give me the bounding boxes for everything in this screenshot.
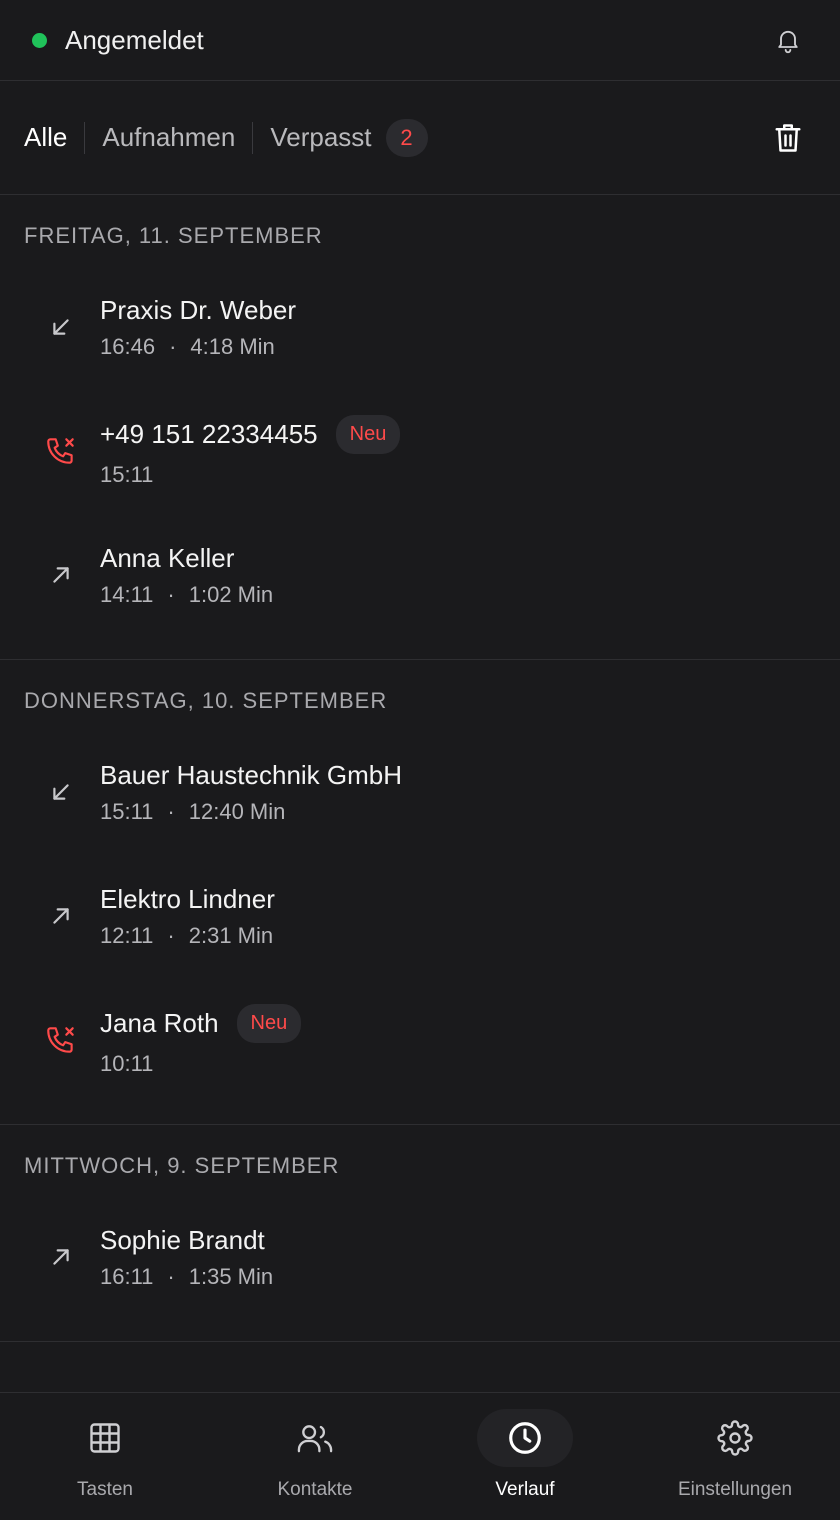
missed-call-icon (44, 434, 78, 468)
app-root: Angemeldet Alle Aufnahmen Verpasst 2 FRE… (0, 0, 840, 1520)
meta-separator: · (167, 922, 175, 948)
day-section: MITTWOCH, 9. SEPTEMBER Sophie Brandt 16:… (0, 1125, 840, 1342)
call-name-row: Elektro Lindner (100, 884, 275, 915)
call-meta: 12:11 · 2:31 Min (100, 923, 275, 949)
registration-status: Angemeldet (32, 25, 204, 56)
call-duration: 1:02 Min (188, 581, 274, 607)
keypad-icon (57, 1409, 153, 1467)
call-meta: 10:11 (100, 1051, 301, 1077)
new-badge: Neu (236, 1003, 302, 1043)
call-details: Praxis Dr. Weber 16:46 · 4:18 Min (100, 295, 296, 360)
status-label: Angemeldet (65, 24, 204, 55)
nav-label: Einstellungen (677, 1479, 793, 1500)
call-entry[interactable]: Bauer Haustechnik GmbH 15:11 · 12:40 Min (0, 730, 840, 854)
nav-keypad[interactable]: Tasten (0, 1393, 210, 1520)
call-meta: 16:11 · 1:35 Min (100, 1264, 273, 1290)
call-time: 15:11 (100, 461, 154, 487)
tab-missed[interactable]: Verpasst (270, 122, 371, 153)
call-entry[interactable]: Anna Keller 14:11 · 1:02 Min (0, 513, 840, 637)
call-details: Bauer Haustechnik GmbH 15:11 · 12:40 Min (100, 760, 402, 825)
call-entry[interactable]: Praxis Dr. Weber 16:46 · 4:18 Min (0, 265, 840, 389)
call-details: Anna Keller 14:11 · 1:02 Min (100, 543, 273, 608)
tab-group: Alle Aufnahmen Verpasst 2 (24, 118, 428, 157)
call-duration: 12:40 Min (188, 798, 286, 824)
caller-name: Praxis Dr. Weber (100, 294, 297, 325)
caller-name: Anna Keller (100, 542, 235, 573)
call-time: 14:11 (100, 581, 154, 607)
meta-separator: · (169, 333, 177, 359)
meta-separator: · (167, 1263, 175, 1289)
meta-separator: · (167, 581, 175, 607)
bottom-navigation: Tasten Kontakte Verlauf Einstellungen (0, 1392, 840, 1520)
call-time: 10:11 (100, 1050, 154, 1076)
nav-label: Kontakte (277, 1479, 353, 1500)
nav-contacts[interactable]: Kontakte (210, 1393, 420, 1520)
day-section: DONNERSTAG, 10. SEPTEMBER Bauer Haustech… (0, 660, 840, 1125)
call-time: 16:11 (100, 1263, 154, 1289)
incoming-call-icon (44, 775, 78, 809)
call-name-row: Anna Keller (100, 543, 273, 574)
call-details: Sophie Brandt 16:11 · 1:35 Min (100, 1225, 273, 1290)
call-details: Jana Roth Neu 10:11 (100, 1003, 302, 1077)
section-date-title: FREITAG, 11. SEPTEMBER (24, 223, 323, 248)
call-time: 12:11 (100, 922, 154, 948)
nav-history[interactable]: Verlauf (420, 1393, 630, 1520)
call-meta: 16:46 · 4:18 Min (100, 334, 296, 360)
call-duration: 2:31 Min (188, 922, 274, 948)
missed-count-badge: 2 (385, 118, 428, 157)
call-details: +49 151 22334455 Neu 15:11 (100, 414, 401, 488)
call-meta: 14:11 · 1:02 Min (100, 582, 273, 608)
call-entry[interactable]: +49 151 22334455 Neu 15:11 (0, 389, 840, 513)
missed-call-icon (44, 1023, 78, 1057)
section-date-title: MITTWOCH, 9. SEPTEMBER (24, 1153, 340, 1178)
incoming-call-icon (44, 310, 78, 344)
gear-icon (687, 1409, 783, 1467)
call-meta: 15:11 · 12:40 Min (100, 799, 402, 825)
call-entry[interactable]: Elektro Lindner 12:11 · 2:31 Min (0, 854, 840, 978)
call-time: 16:46 (100, 333, 156, 359)
bell-icon[interactable] (768, 20, 808, 60)
caller-name: +49 151 22334455 (100, 418, 318, 449)
contacts-icon (267, 1409, 363, 1467)
caller-name: Bauer Haustechnik GmbH (100, 759, 403, 790)
caller-name: Elektro Lindner (100, 883, 275, 914)
tab-all[interactable]: Alle (24, 122, 67, 153)
tab-divider (252, 121, 254, 154)
status-bar: Angemeldet (0, 0, 840, 81)
call-meta: 15:11 (100, 462, 400, 488)
outgoing-call-icon (44, 558, 78, 592)
call-duration: 4:18 Min (190, 333, 275, 359)
day-section: FREITAG, 11. SEPTEMBER Praxis Dr. Weber … (0, 195, 840, 660)
call-name-row: Bauer Haustechnik GmbH (100, 760, 402, 791)
nav-label: Tasten (77, 1479, 133, 1500)
tab-recordings[interactable]: Aufnahmen (102, 122, 235, 153)
online-status-dot (32, 32, 47, 48)
section-date-title: DONNERSTAG, 10. SEPTEMBER (24, 688, 388, 713)
meta-separator: · (167, 798, 175, 824)
call-details: Elektro Lindner 12:11 · 2:31 Min (100, 884, 275, 949)
outgoing-call-icon (44, 1240, 78, 1274)
nav-label: Verlauf (495, 1479, 555, 1500)
tab-divider (84, 121, 86, 154)
call-name-row: Praxis Dr. Weber (100, 295, 296, 326)
nav-settings[interactable]: Einstellungen (630, 1393, 840, 1520)
call-entry[interactable]: Sophie Brandt 16:11 · 1:35 Min (0, 1195, 840, 1319)
new-badge: Neu (335, 414, 401, 454)
trash-icon[interactable] (764, 114, 812, 162)
call-entry[interactable]: Jana Roth Neu 10:11 (0, 978, 840, 1102)
caller-name: Jana Roth (100, 1007, 219, 1038)
outgoing-call-icon (44, 899, 78, 933)
call-time: 15:11 (100, 798, 154, 824)
call-name-row: Jana Roth Neu (100, 1003, 302, 1043)
clock-icon (477, 1409, 573, 1467)
filter-tabs: Alle Aufnahmen Verpasst 2 (0, 81, 840, 195)
call-duration: 1:35 Min (188, 1263, 274, 1289)
caller-name: Sophie Brandt (100, 1224, 265, 1255)
call-name-row: Sophie Brandt (100, 1225, 273, 1256)
call-name-row: +49 151 22334455 Neu (100, 414, 401, 454)
